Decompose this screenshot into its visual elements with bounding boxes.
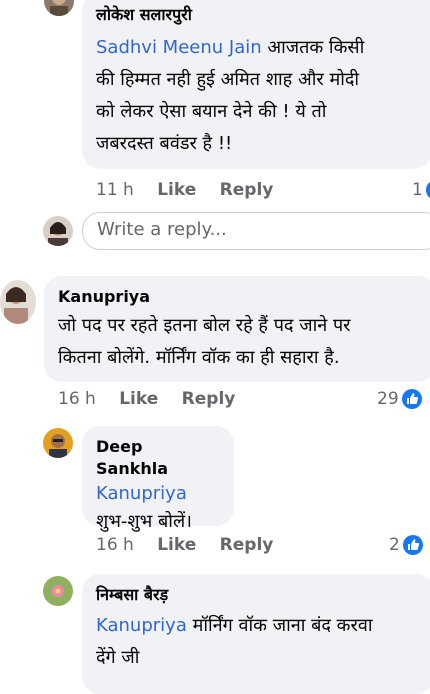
- mention-link[interactable]: Kanupriya: [96, 483, 187, 504]
- like-button[interactable]: Like: [157, 180, 196, 200]
- comment-line: आजतक किसी: [267, 37, 365, 58]
- comment-timestamp[interactable]: 16 h: [58, 389, 96, 409]
- comment-text: जो पद पर रहते इतना बोल रहे हैं पद जाने प…: [58, 310, 422, 374]
- avatar[interactable]: [43, 576, 73, 606]
- comment-text: Kanupriya शुभ-शुभ बोलें।: [96, 480, 220, 536]
- comment-bubble: निम्बसा बैरड़ Kanupriya मॉर्निंग वॉक जान…: [82, 574, 430, 694]
- like-button[interactable]: Like: [119, 389, 158, 409]
- like-reaction-icon: [401, 389, 422, 409]
- comment-line: देंगे जी: [96, 647, 140, 668]
- comment-text: Kanupriya मॉर्निंग वॉक जाना बंद करवा दें…: [96, 610, 420, 674]
- comment-author[interactable]: Kanupriya: [58, 286, 422, 308]
- like-reaction-icon: [425, 180, 430, 200]
- comment-line: को लेकर ऐसा बयान देने की ! ये तो: [96, 101, 327, 122]
- comment-line: कितना बोलेंगे. मॉर्निंग वॉक का ही सहारा …: [58, 347, 340, 368]
- reply-button[interactable]: Reply: [182, 389, 236, 409]
- comment-author[interactable]: Deep Sankhla: [96, 436, 220, 480]
- avatar[interactable]: [0, 280, 36, 324]
- reaction-count[interactable]: 2: [389, 534, 423, 556]
- reply-placeholder: Write a reply...: [97, 219, 227, 240]
- comment-bubble: Deep Sankhla Kanupriya शुभ-शुभ बोलें।: [82, 426, 234, 532]
- like-reaction-icon: [402, 535, 423, 555]
- reaction-number: 2: [389, 535, 400, 555]
- comment-actions: 11 h Like Reply: [96, 179, 273, 201]
- comment-line: मॉर्निंग वॉक जाना बंद करवा: [192, 615, 373, 636]
- reply-button[interactable]: Reply: [220, 180, 274, 200]
- comment-line: जबरदस्त बवंडर है !!: [96, 133, 233, 154]
- like-button[interactable]: Like: [157, 535, 196, 555]
- comment-timestamp[interactable]: 16 h: [96, 535, 134, 555]
- reaction-number: 1: [412, 180, 423, 200]
- comment-timestamp[interactable]: 11 h: [96, 180, 134, 200]
- reaction-count[interactable]: 1: [412, 179, 430, 201]
- reply-button[interactable]: Reply: [220, 535, 274, 555]
- reaction-count[interactable]: 29: [377, 388, 422, 410]
- mention-link[interactable]: Kanupriya: [96, 615, 187, 636]
- reaction-number: 29: [377, 389, 399, 409]
- comment-line: की हिम्मत नही हुई अमित शाह और मोदी: [96, 69, 360, 90]
- comment-line: शुभ-शुभ बोलें।: [96, 511, 192, 532]
- comment-author[interactable]: निम्बसा बैरड़: [96, 584, 420, 606]
- comment-line: जो पद पर रहते इतना बोल रहे हैं पद जाने प…: [58, 315, 351, 336]
- mention-link[interactable]: Sadhvi Meenu Jain: [96, 37, 262, 58]
- avatar[interactable]: [43, 428, 73, 458]
- comment-author[interactable]: लोकेश सलारपुरी: [96, 4, 418, 26]
- avatar[interactable]: [44, 0, 74, 16]
- reply-input[interactable]: Write a reply...: [82, 212, 430, 250]
- comment-actions: 16 h Like Reply: [58, 388, 235, 410]
- comment-text: Sadhvi Meenu Jain आजतक किसी की हिम्मत नह…: [96, 32, 418, 160]
- comment-actions: 16 h Like Reply: [96, 534, 273, 556]
- comment-bubble: लोकेश सलारपुरी Sadhvi Meenu Jain आजतक कि…: [82, 0, 430, 169]
- comment-bubble: Kanupriya जो पद पर रहते इतना बोल रहे हैं…: [44, 276, 430, 382]
- current-user-avatar: [43, 216, 73, 246]
